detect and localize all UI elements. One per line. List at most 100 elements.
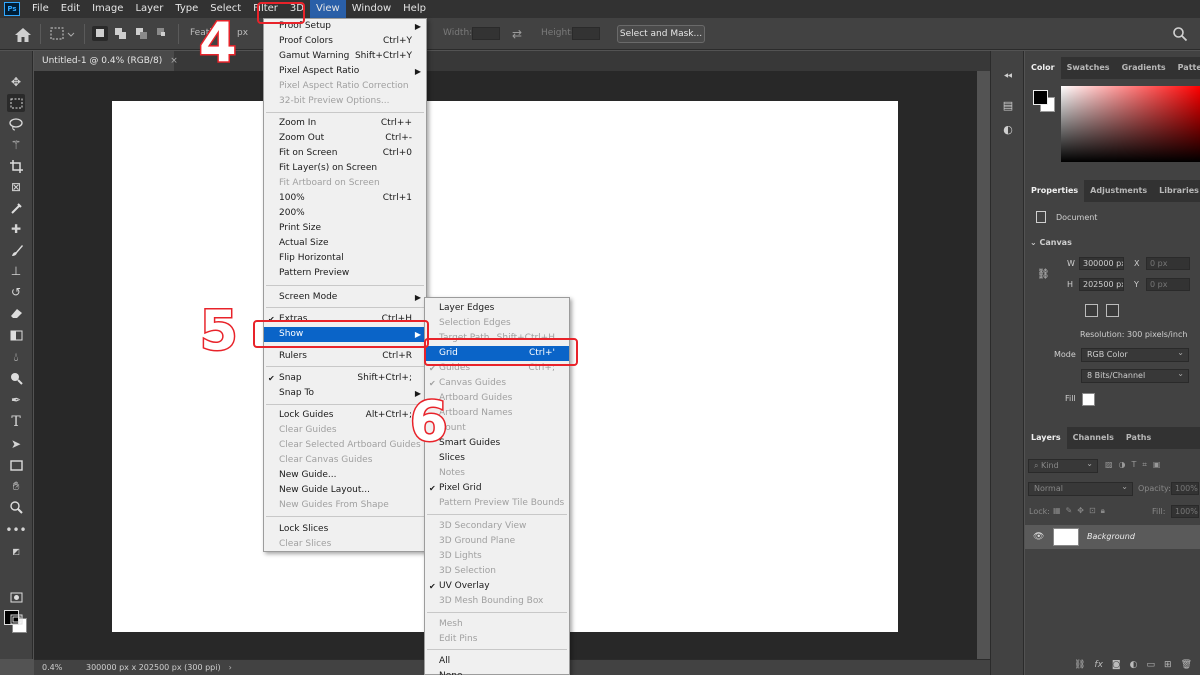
tab-channels[interactable]: Channels xyxy=(1067,427,1120,449)
eye-icon[interactable]: 👁︎ xyxy=(1033,532,1044,542)
menu-help[interactable]: Help xyxy=(397,0,432,18)
menu-item-new-guide-layout[interactable]: New Guide Layout... xyxy=(264,483,426,498)
zoom-tool-icon[interactable] xyxy=(7,498,25,516)
home-icon[interactable] xyxy=(14,27,32,43)
menu-item-none[interactable]: None xyxy=(425,669,569,675)
blend-mode-select[interactable]: Normal xyxy=(1028,481,1133,496)
path-selection-tool-icon[interactable]: ➤ xyxy=(7,435,25,453)
menu-item-new-guide[interactable]: New Guide... xyxy=(264,468,426,483)
canvas-y-field[interactable]: 0 px xyxy=(1146,278,1190,291)
tab-paths[interactable]: Paths xyxy=(1120,427,1157,449)
tab-gradients[interactable]: Gradients xyxy=(1116,57,1172,79)
status-menu-arrow-icon[interactable]: › xyxy=(229,663,232,672)
menu-item-3d-mesh-bounding-box[interactable]: 3D Mesh Bounding Box xyxy=(425,594,569,609)
menu-item-clear-selected-artboard-guides[interactable]: Clear Selected Artboard Guides xyxy=(264,438,426,453)
tab-layers[interactable]: Layers xyxy=(1025,427,1067,449)
layer-kind-filter[interactable]: ⌕ Kind xyxy=(1028,458,1098,473)
healing-brush-tool-icon[interactable]: ✚ xyxy=(7,220,25,238)
menu-window[interactable]: Window xyxy=(346,0,397,18)
menu-item-rulers[interactable]: Rulers Ctrl+R xyxy=(264,349,426,364)
tab-libraries[interactable]: Libraries xyxy=(1153,180,1200,202)
menu-item-fit-artboard-on-screen[interactable]: Fit Artboard on Screen xyxy=(264,176,426,191)
default-colors-icon[interactable]: ◩ xyxy=(7,542,25,560)
blur-tool-icon[interactable]: 💧︎ xyxy=(7,348,25,366)
menu-item-edit-pins[interactable]: Edit Pins xyxy=(425,632,569,647)
layer-row-background[interactable]: 👁︎ Background xyxy=(1025,525,1200,549)
height-field[interactable] xyxy=(572,27,600,40)
menu-item-clear-slices[interactable]: Clear Slices xyxy=(264,537,426,552)
magic-wand-tool-icon[interactable]: ⚚ xyxy=(7,136,25,154)
menu-item-slices[interactable]: Slices xyxy=(425,451,569,466)
zoom-level[interactable]: 0.4% xyxy=(34,663,80,672)
hand-tool-icon[interactable]: ✋︎ xyxy=(7,477,25,495)
menu-item-all[interactable]: All xyxy=(425,654,569,669)
document-tab[interactable]: Untitled-1 @ 0.4% (RGB/8) × xyxy=(34,51,178,71)
select-and-mask-button[interactable]: Select and Mask... xyxy=(617,25,705,43)
properties-panel-icon[interactable]: ▤ xyxy=(1000,97,1016,113)
link-layers-icon[interactable]: ⛓︎ xyxy=(1074,660,1085,670)
menu-item-proof-colors[interactable]: Proof Colors Ctrl+Y xyxy=(264,34,426,49)
canvas-heading[interactable]: ⌄ Canvas xyxy=(1030,238,1072,247)
tab-swatches[interactable]: Swatches xyxy=(1061,57,1116,79)
quick-mask-icon[interactable] xyxy=(7,588,25,606)
menu-item-zoom-in[interactable]: Zoom In Ctrl++ xyxy=(264,116,426,131)
swap-icon[interactable]: ⇄ xyxy=(512,27,522,41)
rectangular-marquee-tool-icon[interactable] xyxy=(7,94,25,112)
marquee-preset-icon[interactable] xyxy=(48,25,76,43)
eyedropper-tool-icon[interactable] xyxy=(7,199,25,217)
menu-item-screen-mode[interactable]: Screen Mode ▶ xyxy=(264,290,426,305)
menu-item-3d-selection[interactable]: 3D Selection xyxy=(425,564,569,579)
canvas-x-field[interactable]: 0 px xyxy=(1146,257,1190,270)
tab-color[interactable]: Color xyxy=(1025,57,1061,79)
delete-layer-icon[interactable]: 🗑︎ xyxy=(1181,660,1192,670)
intersect-selection-icon[interactable] xyxy=(155,26,171,41)
menu-item-lock-slices[interactable]: Lock Slices xyxy=(264,522,426,537)
new-selection-icon[interactable] xyxy=(92,26,108,41)
menu-item-fit-on-screen[interactable]: Fit on Screen Ctrl+0 xyxy=(264,146,426,161)
layer-style-icon[interactable]: fx xyxy=(1094,660,1103,670)
color-mode-select[interactable]: RGB Color xyxy=(1081,347,1189,362)
menu-item-3d-ground-plane[interactable]: 3D Ground Plane xyxy=(425,534,569,549)
menu-item-layer-edges[interactable]: Layer Edges xyxy=(425,301,569,316)
canvas-fill-swatch[interactable] xyxy=(1082,393,1095,406)
menu-item-pattern-preview[interactable]: Pattern Preview xyxy=(264,266,426,281)
menu-layer[interactable]: Layer xyxy=(129,0,169,18)
subtract-selection-icon[interactable] xyxy=(134,26,150,41)
bit-depth-select[interactable]: 8 Bits/Channel xyxy=(1081,368,1189,383)
menu-item-pixel-aspect-ratio-correction[interactable]: Pixel Aspect Ratio Correction xyxy=(264,79,426,94)
layer-filter-icons[interactable]: ▨◑T⌗▣ xyxy=(1105,460,1167,470)
menu-item-flip-horizontal[interactable]: Flip Horizontal xyxy=(264,251,426,266)
add-selection-icon[interactable] xyxy=(113,26,129,41)
dodge-tool-icon[interactable] xyxy=(7,369,25,387)
portrait-orientation-icon[interactable] xyxy=(1085,304,1098,317)
adjustments-panel-icon[interactable]: ◐ xyxy=(1000,121,1016,137)
screen-mode-icon[interactable] xyxy=(7,610,25,628)
color-picker-field[interactable] xyxy=(1061,86,1200,162)
menu-item-pixel-aspect-ratio[interactable]: Pixel Aspect Ratio ▶ xyxy=(264,64,426,79)
menu-item-lock-guides[interactable]: Lock Guides Alt+Ctrl+; xyxy=(264,408,426,423)
history-brush-tool-icon[interactable]: ↺ xyxy=(7,283,25,301)
link-dimensions-icon[interactable]: ⛓︎ xyxy=(1037,269,1050,280)
rectangle-tool-icon[interactable] xyxy=(7,456,25,474)
gradient-tool-icon[interactable] xyxy=(7,326,25,344)
eraser-tool-icon[interactable] xyxy=(7,304,25,322)
menu-item-actual-size[interactable]: Actual Size xyxy=(264,236,426,251)
fill-opacity-field[interactable]: 100% xyxy=(1171,505,1199,518)
search-icon[interactable] xyxy=(1172,26,1188,42)
menu-item-clear-canvas-guides[interactable]: Clear Canvas Guides xyxy=(264,453,426,468)
menu-item-200[interactable]: 200% xyxy=(264,206,426,221)
width-field[interactable] xyxy=(472,27,500,40)
pen-tool-icon[interactable]: ✒ xyxy=(7,391,25,409)
tab-patterns[interactable]: Patterns xyxy=(1172,57,1200,79)
menu-item-mesh[interactable]: Mesh xyxy=(425,617,569,632)
menu-item-notes[interactable]: Notes xyxy=(425,466,569,481)
menu-edit[interactable]: Edit xyxy=(55,0,86,18)
menu-item-zoom-out[interactable]: Zoom Out Ctrl+- xyxy=(264,131,426,146)
menu-item-gamut-warning[interactable]: Gamut Warning Shift+Ctrl+Y xyxy=(264,49,426,64)
close-tab-icon[interactable]: × xyxy=(170,56,178,66)
panel-foreground-swatch[interactable] xyxy=(1033,90,1048,105)
canvas-height-field[interactable]: 202500 px xyxy=(1079,278,1124,291)
landscape-orientation-icon[interactable] xyxy=(1106,304,1119,317)
menu-item-pattern-preview-tile-bounds[interactable]: Pattern Preview Tile Bounds xyxy=(425,496,569,511)
new-layer-icon[interactable]: ⊞ xyxy=(1164,660,1172,670)
